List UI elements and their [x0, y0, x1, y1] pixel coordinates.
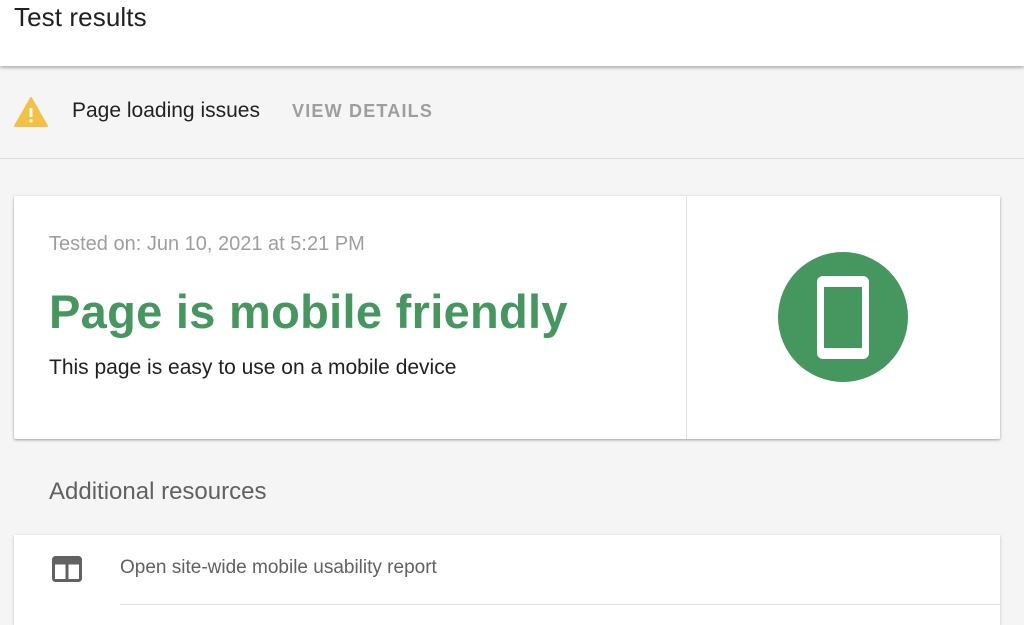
verdict-description: This page is easy to use on a mobile dev…: [49, 356, 457, 379]
page-loading-issues-bar: Page loading issues VIEW DETAILS: [0, 68, 1024, 159]
usability-report-link[interactable]: Open site-wide mobile usability report: [14, 535, 1000, 605]
resource-item-label: Open site-wide mobile usability report: [120, 557, 437, 578]
result-card: Tested on: Jun 10, 2021 at 5:21 PM Page …: [14, 196, 1000, 439]
page-title: Test results: [14, 2, 147, 32]
result-summary: Tested on: Jun 10, 2021 at 5:21 PM Page …: [14, 196, 686, 439]
report-icon: [52, 556, 82, 582]
tested-on-timestamp: Tested on: Jun 10, 2021 at 5:21 PM: [49, 233, 365, 255]
row-divider: [120, 604, 1000, 605]
resources-card: Open site-wide mobile usability report: [14, 535, 1000, 625]
view-details-button[interactable]: VIEW DETAILS: [292, 101, 433, 122]
status-badge-panel: [687, 196, 1000, 439]
app-header: Test results: [0, 0, 1024, 66]
warning-icon: [14, 97, 48, 127]
mobile-friendly-badge: [778, 252, 908, 382]
mobile-phone-icon: [817, 276, 869, 359]
verdict-heading: Page is mobile friendly: [49, 285, 568, 338]
additional-resources-heading: Additional resources: [49, 478, 267, 505]
page-loading-issues-label: Page loading issues: [72, 99, 260, 122]
